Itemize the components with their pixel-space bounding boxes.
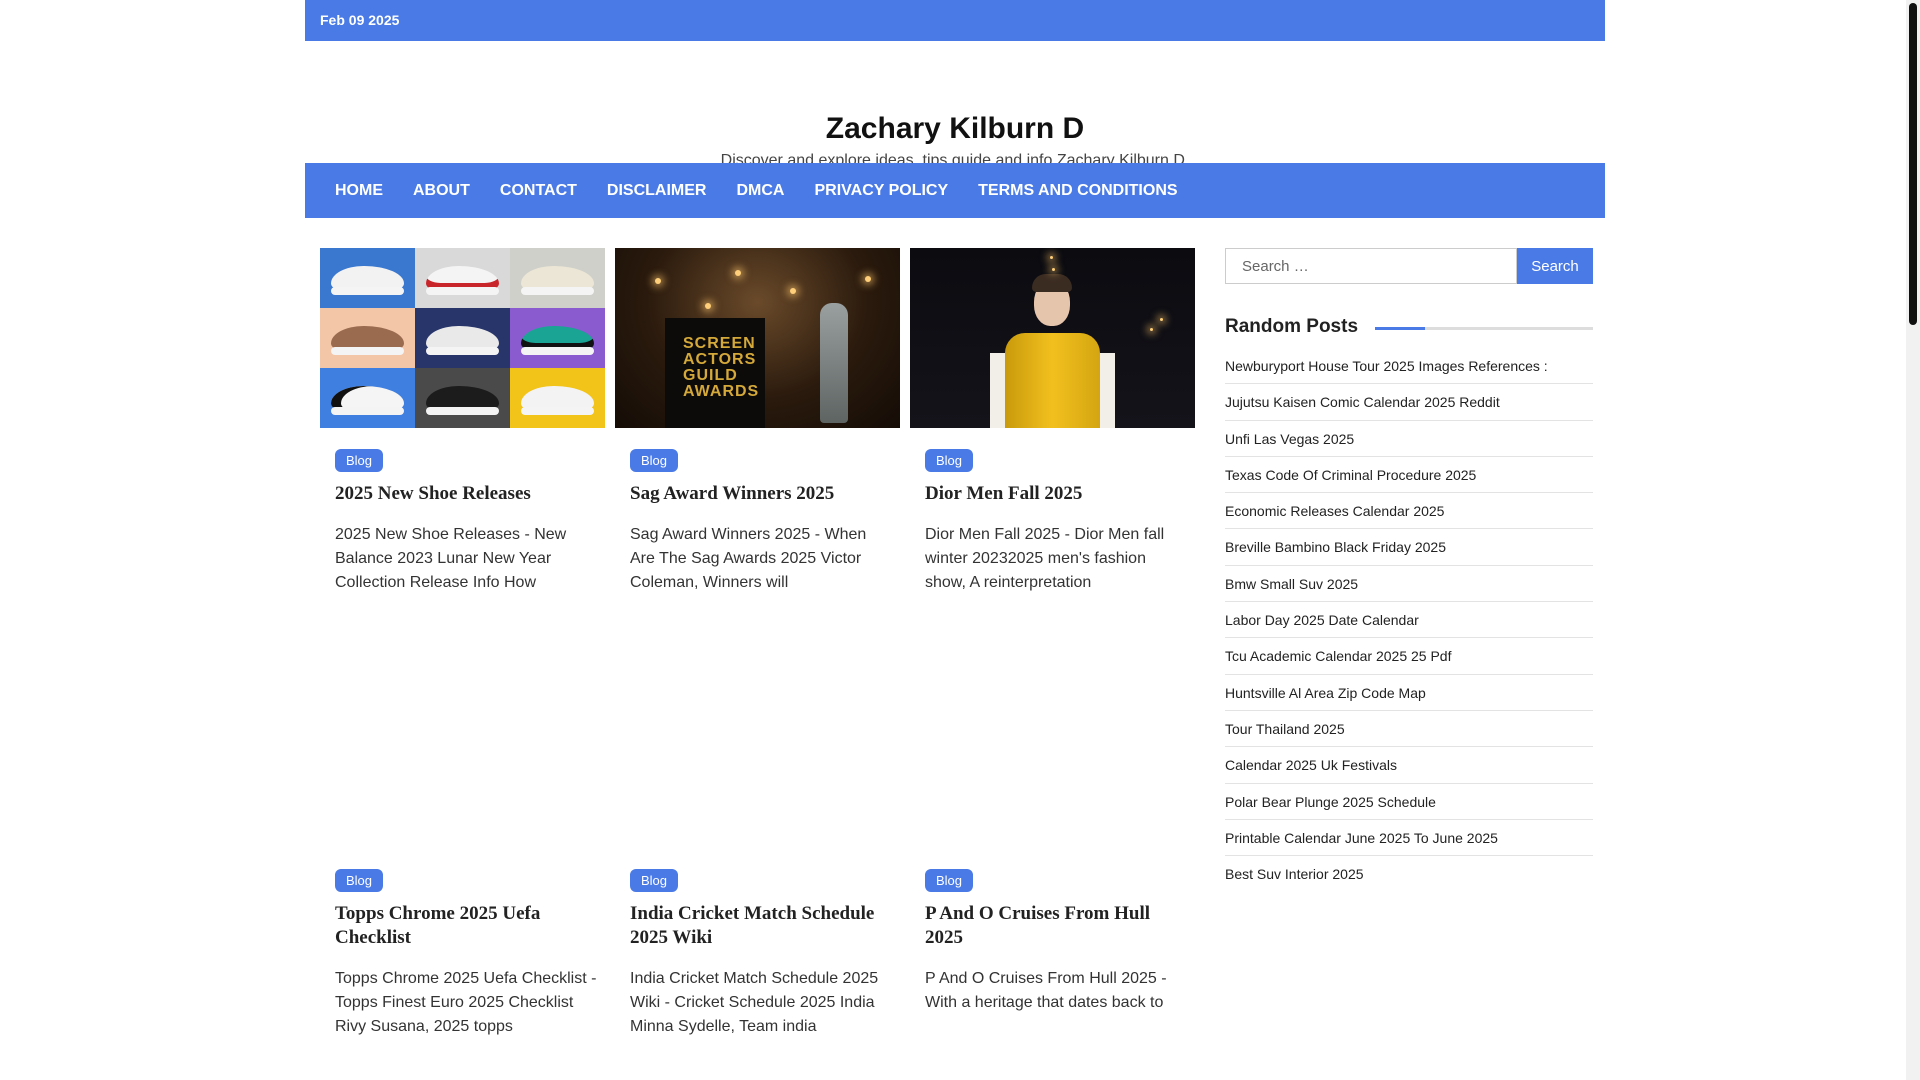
- nav-terms-and-conditions[interactable]: TERMS AND CONDITIONS: [963, 163, 1192, 218]
- random-post-link[interactable]: Tcu Academic Calendar 2025 25 Pdf: [1225, 638, 1593, 675]
- shoe-image: [510, 248, 605, 308]
- post-title[interactable]: Sag Award Winners 2025: [630, 482, 895, 506]
- sag-logo-text: SCREEN ACTORS GUILD AWARDS: [683, 335, 760, 400]
- search-button[interactable]: Search: [1517, 248, 1593, 284]
- search-input[interactable]: [1225, 248, 1517, 284]
- model-hair: [1032, 274, 1072, 292]
- main-navigation: HOME ABOUT CONTACT DISCLAIMER DMCA PRIVA…: [305, 163, 1605, 218]
- shoe-image: [415, 248, 510, 308]
- category-badge[interactable]: Blog: [335, 869, 384, 892]
- sidebar: Search Random Posts Newburyport House To…: [1225, 248, 1593, 882]
- post-title[interactable]: India Cricket Match Schedule 2025 Wiki: [630, 902, 895, 950]
- post-thumbnail-dior[interactable]: [910, 248, 1195, 428]
- nav-privacy-policy[interactable]: PRIVACY POLICY: [799, 163, 963, 218]
- random-post-link[interactable]: Calendar 2025 Uk Festivals: [1225, 747, 1593, 784]
- site-title[interactable]: Zachary Kilburn D: [305, 111, 1605, 147]
- shoe-image: [415, 308, 510, 368]
- nav-contact[interactable]: CONTACT: [485, 163, 592, 218]
- page-scrollbar[interactable]: [1906, 0, 1920, 1080]
- random-post-link[interactable]: Best Suv Interior 2025: [1225, 856, 1593, 892]
- shoe-image: [320, 248, 415, 308]
- post-excerpt: India Cricket Match Schedule 2025 Wiki -…: [630, 970, 879, 1035]
- site-wrapper: Feb 09 2025 Zachary Kilburn D Discover a…: [305, 0, 1605, 1035]
- random-post-link[interactable]: Tour Thailand 2025: [1225, 711, 1593, 748]
- scrollbar-thumb[interactable]: [1909, 3, 1917, 325]
- nav-about[interactable]: ABOUT: [398, 163, 485, 218]
- post-excerpt: Sag Award Winners 2025 - When Are The Sa…: [630, 526, 867, 591]
- random-posts-title: Random Posts: [1225, 316, 1359, 337]
- category-badge[interactable]: Blog: [630, 449, 679, 472]
- shoe-image: [510, 368, 605, 428]
- nav-disclaimer[interactable]: DISCLAIMER: [592, 163, 722, 218]
- post-excerpt: 2025 New Shoe Releases - New Balance 202…: [335, 526, 567, 591]
- random-post-link[interactable]: Newburyport House Tour 2025 Images Refer…: [1225, 348, 1593, 385]
- search-form: Search: [1225, 248, 1593, 284]
- shoe-image: [320, 368, 415, 428]
- nav-home[interactable]: HOME: [320, 163, 398, 218]
- shoe-image: [320, 308, 415, 368]
- current-date: Feb 09 2025: [320, 12, 400, 28]
- random-posts-list: Newburyport House Tour 2025 Images Refer…: [1225, 348, 1593, 892]
- category-badge[interactable]: Blog: [630, 869, 679, 892]
- top-bar: Feb 09 2025: [305, 0, 1605, 41]
- shoe-image: [510, 308, 605, 368]
- random-post-link[interactable]: Labor Day 2025 Date Calendar: [1225, 602, 1593, 639]
- post-card: Blog 2025 New Shoe Releases 2025 New Sho…: [320, 248, 605, 591]
- post-excerpt: P And O Cruises From Hull 2025 - With a …: [925, 970, 1167, 1011]
- category-badge[interactable]: Blog: [335, 449, 384, 472]
- random-post-link[interactable]: Printable Calendar June 2025 To June 202…: [1225, 820, 1593, 857]
- random-posts-heading: Random Posts: [1225, 315, 1593, 339]
- random-post-link[interactable]: Economic Releases Calendar 2025: [1225, 493, 1593, 530]
- actor-statuette-image: [820, 303, 848, 423]
- post-title[interactable]: Topps Chrome 2025 Uefa Checklist: [335, 902, 600, 950]
- post-card: SCREEN ACTORS GUILD AWARDS Blog Sag Awar…: [615, 248, 900, 591]
- page: Feb 09 2025 Zachary Kilburn D Discover a…: [0, 0, 1920, 1080]
- random-post-link[interactable]: Unfi Las Vegas 2025: [1225, 421, 1593, 457]
- random-post-link[interactable]: Huntsville Al Area Zip Code Map: [1225, 675, 1593, 711]
- post-excerpt: Topps Chrome 2025 Uefa Checklist - Topps…: [335, 970, 597, 1035]
- post-excerpt: Dior Men Fall 2025 - Dior Men fall winte…: [925, 526, 1165, 591]
- post-title[interactable]: 2025 New Shoe Releases: [335, 482, 600, 506]
- post-title[interactable]: P And O Cruises From Hull 2025: [925, 902, 1190, 950]
- nav-dmca[interactable]: DMCA: [721, 163, 799, 218]
- post-card: Blog Dior Men Fall 2025 Dior Men Fall 20…: [910, 248, 1195, 591]
- random-post-link[interactable]: Texas Code Of Criminal Procedure 2025: [1225, 457, 1593, 494]
- yellow-coat-image: [1005, 333, 1100, 428]
- category-badge[interactable]: Blog: [925, 449, 974, 472]
- random-post-link[interactable]: Jujutsu Kaisen Comic Calendar 2025 Reddi…: [1225, 384, 1593, 421]
- post-thumbnail-sag-awards[interactable]: SCREEN ACTORS GUILD AWARDS: [615, 248, 900, 428]
- shoe-image: [415, 368, 510, 428]
- post-title[interactable]: Dior Men Fall 2025: [925, 482, 1190, 506]
- post-thumbnail-shoes[interactable]: [320, 248, 605, 428]
- random-post-link[interactable]: Polar Bear Plunge 2025 Schedule: [1225, 784, 1593, 820]
- heading-accent: [1375, 327, 1425, 330]
- random-post-link[interactable]: Bmw Small Suv 2025: [1225, 566, 1593, 603]
- random-post-link[interactable]: Breville Bambino Black Friday 2025: [1225, 529, 1593, 566]
- category-badge[interactable]: Blog: [925, 869, 974, 892]
- site-header: Zachary Kilburn D Discover and explore i…: [305, 41, 1605, 169]
